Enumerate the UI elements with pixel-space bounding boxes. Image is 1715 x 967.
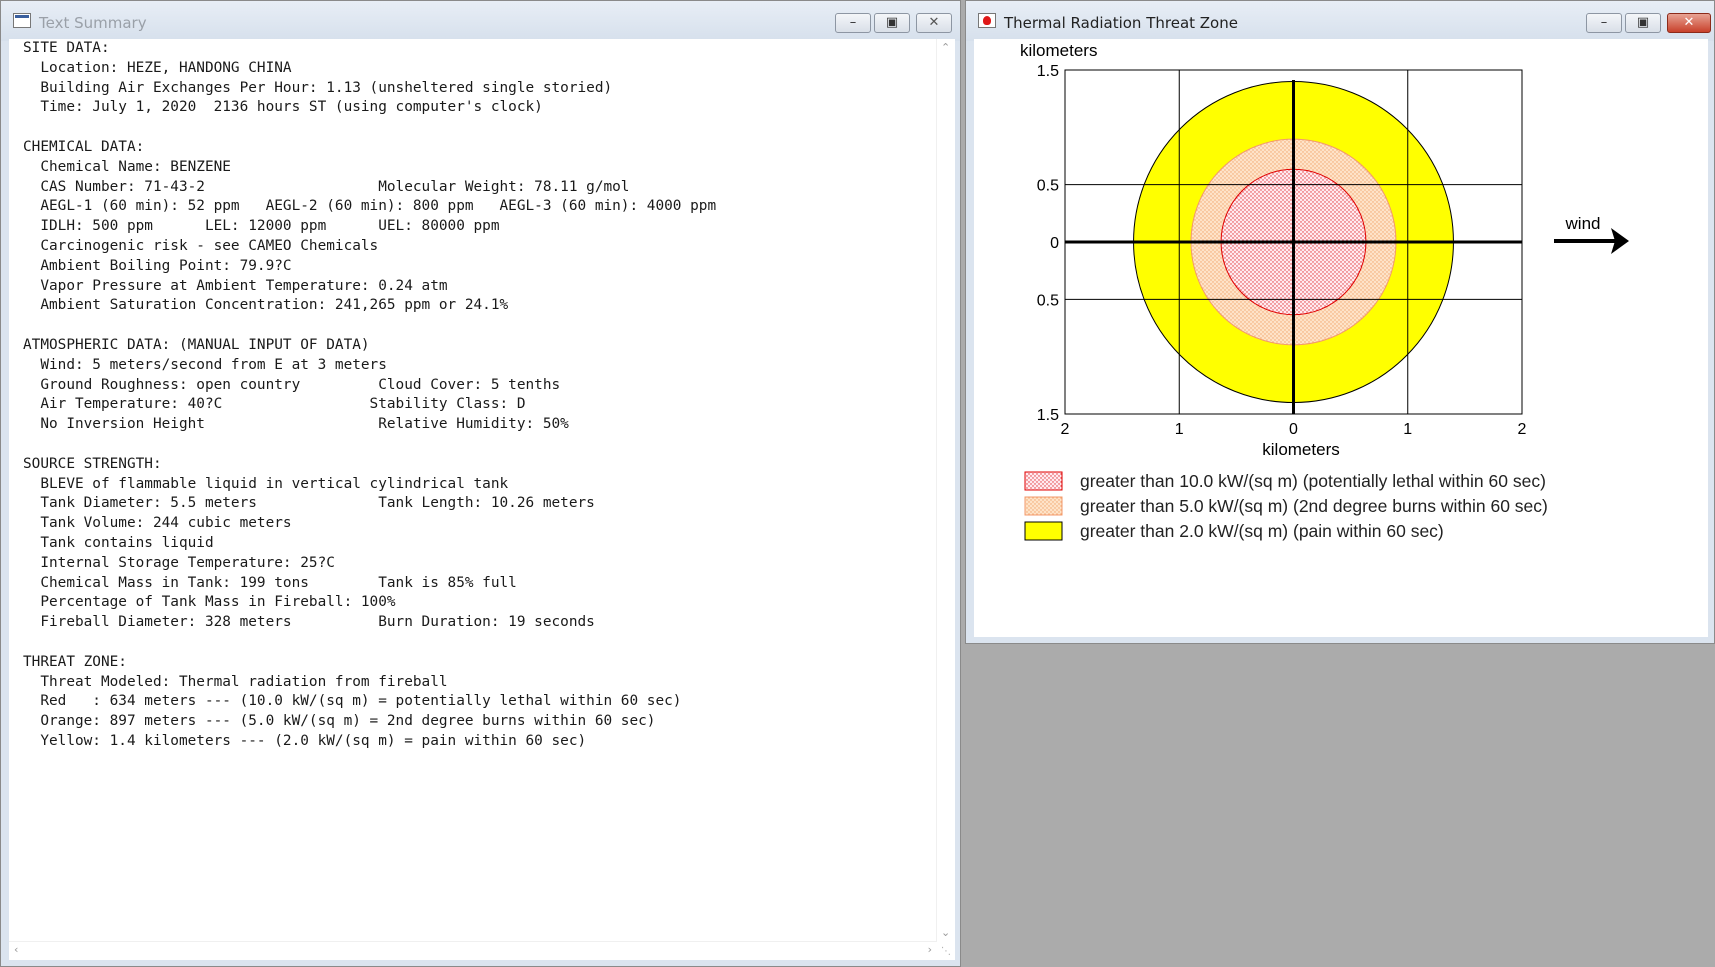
legend-swatch-0 [1024, 471, 1063, 491]
x-tick-label-1: 1 [1175, 421, 1184, 438]
x-tick-label-2: 0 [1289, 421, 1298, 438]
maximize-button[interactable]: ▣ [874, 13, 910, 33]
y-tick-label-0: 1.5 [1037, 63, 1059, 80]
window-app-icon [13, 13, 31, 28]
summary-text: SITE DATA: Location: HEZE, HANDONG CHINA… [23, 40, 717, 749]
x-tick-label-0: 2 [1061, 421, 1070, 438]
wind-label: wind [1565, 214, 1601, 233]
scroll-right-icon[interactable]: › [928, 943, 932, 957]
close-button[interactable]: ✕ [1667, 13, 1711, 33]
y-tick-label-2: 0 [1050, 235, 1059, 252]
horizontal-scrollbar[interactable]: ‹ › [9, 941, 937, 960]
minimize-icon: – [849, 15, 857, 30]
x-tick-label-4: 2 [1518, 421, 1527, 438]
threat-zone-plot-area: 2 1 0 1 2 1.5 0.5 0 0.5 1.5 kilometers kilometers wi… [974, 39, 1708, 637]
minimize-button[interactable]: – [835, 13, 871, 33]
resize-grip-icon[interactable]: ⋱ [941, 946, 953, 958]
fire-icon [978, 13, 996, 28]
scroll-up-icon[interactable]: ⌃ [941, 41, 950, 55]
text-summary-content[interactable]: SITE DATA: Location: HEZE, HANDONG CHINA… [9, 39, 955, 960]
threat-zone-title: Thermal Radiation Threat Zone [1004, 14, 1238, 32]
close-icon: ✕ [928, 15, 940, 30]
y-tick-label-4: 1.5 [1037, 407, 1059, 424]
close-icon: ✕ [1683, 15, 1695, 30]
y-axis-title: kilometers [1020, 41, 1097, 60]
threat-zone-titlebar[interactable]: Thermal Radiation Threat Zone – ▣ ✕ [966, 1, 1714, 41]
y-tick-label-1: 0.5 [1037, 178, 1059, 195]
maximize-button[interactable]: ▣ [1625, 13, 1661, 33]
maximize-icon: ▣ [885, 15, 899, 30]
text-summary-title: Text Summary [39, 14, 147, 32]
threat-zone-window: Thermal Radiation Threat Zone – ▣ ✕ 2 1 0 1… [965, 0, 1715, 644]
x-tick-label-3: 1 [1403, 421, 1412, 438]
maximize-icon: ▣ [1636, 15, 1650, 30]
legend-swatch-2 [1024, 521, 1063, 541]
vertical-scrollbar[interactable]: ⌃ ⌄ [936, 39, 955, 942]
minimize-button[interactable]: – [1586, 13, 1622, 33]
scroll-left-icon[interactable]: ‹ [14, 943, 18, 957]
x-axis-title: kilometers [1262, 440, 1339, 459]
legend-swatch-1 [1024, 496, 1063, 516]
text-summary-window: Text Summary – ▣ ✕ SITE DATA: Location: … [0, 0, 961, 967]
text-summary-titlebar[interactable]: Text Summary – ▣ ✕ [1, 1, 960, 41]
legend-label-1: greater than 5.0 kW/(sq m) (2nd degree b… [1080, 496, 1548, 516]
close-button[interactable]: ✕ [916, 13, 952, 33]
threat-zone-chart: 2 1 0 1 21.50.500.51.5kilometerskilometerswi… [1020, 41, 1629, 541]
scroll-down-icon[interactable]: ⌄ [941, 926, 950, 940]
minimize-icon: – [1600, 15, 1608, 30]
legend-label-0: greater than 10.0 kW/(sq m) (potentially… [1080, 471, 1546, 491]
y-tick-label-3: 0.5 [1037, 292, 1059, 309]
legend-label-2: greater than 2.0 kW/(sq m) (pain within … [1080, 521, 1444, 541]
